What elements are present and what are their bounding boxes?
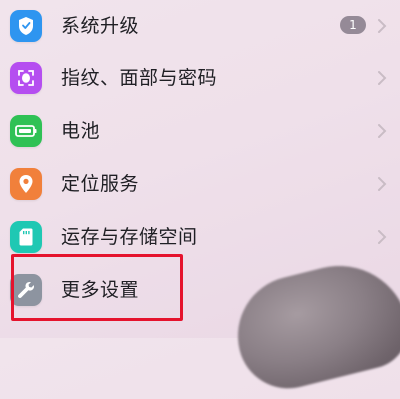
settings-item-battery[interactable]: 电池 bbox=[0, 105, 400, 157]
settings-item-fingerprint-face-password[interactable]: 指纹、面部与密码 bbox=[0, 52, 400, 104]
highlight-annotation-box bbox=[11, 254, 183, 321]
settings-item-location-services[interactable]: 定位服务 bbox=[0, 158, 400, 210]
chevron-right-icon bbox=[378, 124, 387, 138]
battery-icon bbox=[10, 115, 42, 147]
chevron-right-icon bbox=[378, 230, 387, 244]
chevron-right-icon bbox=[378, 177, 387, 191]
settings-item-system-update[interactable]: 系统升级 1 bbox=[0, 0, 400, 52]
storage-icon bbox=[10, 221, 42, 253]
settings-item-label: 电池 bbox=[61, 120, 101, 142]
update-count-badge: 1 bbox=[340, 16, 366, 34]
settings-item-label: 运存与存储空间 bbox=[61, 226, 198, 248]
chevron-right-icon bbox=[378, 71, 387, 85]
location-pin-icon bbox=[10, 168, 42, 200]
shield-icon bbox=[10, 10, 42, 42]
settings-item-label: 指纹、面部与密码 bbox=[61, 67, 218, 89]
chevron-right-icon bbox=[378, 19, 387, 33]
settings-item-label: 系统升级 bbox=[61, 15, 140, 37]
settings-item-label: 定位服务 bbox=[61, 173, 140, 195]
face-unlock-icon bbox=[10, 62, 42, 94]
